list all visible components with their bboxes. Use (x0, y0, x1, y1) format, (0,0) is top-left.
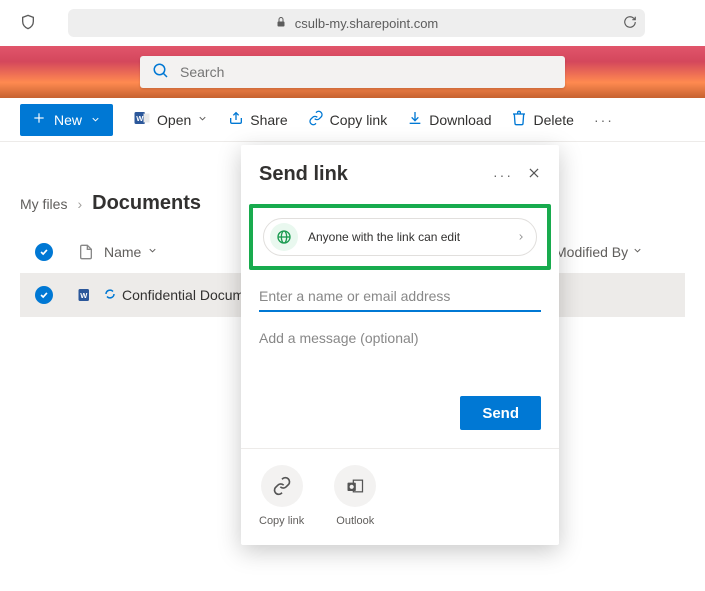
link-scope-button[interactable]: Anyone with the link can edit (263, 218, 537, 256)
chevron-right-icon (516, 229, 526, 245)
hero-banner (0, 46, 705, 98)
search-input[interactable] (180, 64, 553, 80)
check-icon (35, 243, 53, 261)
copylink-button[interactable]: Copy link (308, 110, 388, 129)
open-button[interactable]: W Open (133, 109, 208, 130)
dialog-title: Send link (259, 163, 348, 186)
chevron-down-icon (90, 112, 101, 128)
select-all[interactable] (20, 243, 68, 261)
sync-icon (104, 287, 116, 303)
share-actions: Copy link Outlook (259, 465, 541, 527)
send-button[interactable]: Send (460, 396, 541, 430)
new-button[interactable]: New (20, 104, 113, 136)
shield-icon (20, 14, 36, 33)
chevron-down-icon (147, 245, 158, 259)
chevron-right-icon: › (77, 196, 82, 212)
share-dialog: Send link ··· Anyone with the link can e… (241, 145, 559, 545)
svg-text:W: W (80, 291, 88, 300)
globe-icon (270, 223, 298, 251)
file-icon-header (68, 243, 104, 261)
link-scope-highlight: Anyone with the link can edit (249, 204, 551, 270)
open-label: Open (157, 112, 191, 128)
row-select[interactable] (20, 286, 68, 304)
share-label: Share (250, 112, 287, 128)
breadcrumb-current: Documents (92, 192, 201, 215)
word-doc-icon: W (68, 286, 104, 304)
download-button[interactable]: Download (407, 110, 491, 129)
column-modified-by[interactable]: Modified By (555, 244, 685, 260)
svg-text:W: W (136, 114, 144, 123)
share-button[interactable]: Share (228, 110, 287, 129)
search-icon (152, 62, 170, 83)
share-icon (228, 110, 244, 129)
outlook-icon (334, 465, 376, 507)
url-bar[interactable]: csulb-my.sharepoint.com (68, 9, 645, 37)
link-icon (308, 110, 324, 129)
toolbar: New W Open Share Copy link Download (0, 98, 705, 142)
chevron-down-icon (632, 245, 643, 259)
url-text: csulb-my.sharepoint.com (295, 16, 439, 31)
download-icon (407, 110, 423, 129)
message-input[interactable]: Add a message (optional) (259, 326, 541, 396)
browser-bar: csulb-my.sharepoint.com (0, 0, 705, 46)
chevron-down-icon (197, 113, 208, 127)
check-icon (35, 286, 53, 304)
lock-icon (275, 16, 287, 31)
copylink-label: Copy link (330, 112, 388, 128)
overflow-button[interactable]: ··· (594, 112, 614, 128)
new-label: New (54, 112, 82, 128)
search-box[interactable] (140, 56, 565, 88)
link-icon (261, 465, 303, 507)
copy-link-label: Copy link (259, 515, 304, 527)
breadcrumb-parent[interactable]: My files (20, 196, 67, 212)
word-icon: W (133, 109, 151, 130)
reload-icon[interactable] (623, 15, 637, 32)
copy-link-action[interactable]: Copy link (259, 465, 304, 527)
close-icon[interactable] (527, 166, 541, 183)
delete-button[interactable]: Delete (511, 110, 573, 129)
plus-icon (32, 111, 46, 128)
link-scope-label: Anyone with the link can edit (308, 230, 506, 244)
dialog-more-button[interactable]: ··· (493, 167, 513, 183)
outlook-label: Outlook (336, 515, 374, 527)
divider (241, 448, 559, 449)
email-input[interactable] (259, 282, 541, 312)
outlook-action[interactable]: Outlook (334, 465, 376, 527)
download-label: Download (429, 112, 491, 128)
delete-label: Delete (533, 112, 573, 128)
trash-icon (511, 110, 527, 129)
